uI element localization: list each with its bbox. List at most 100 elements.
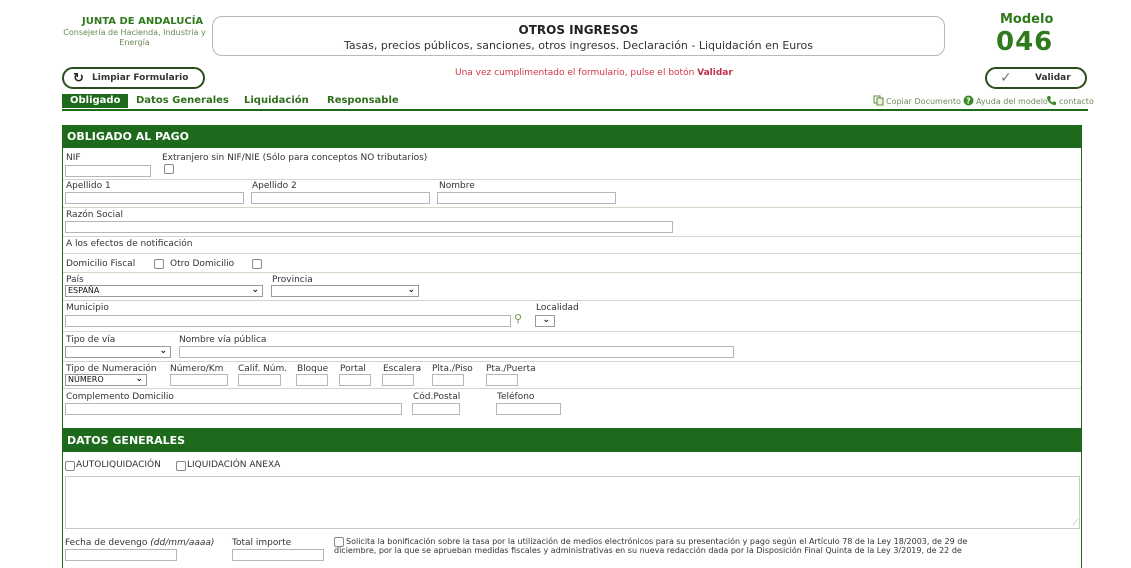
numero-km-input[interactable] xyxy=(170,374,228,386)
bloque-label: Bloque xyxy=(297,364,329,374)
provincia-select[interactable]: ⌄ xyxy=(271,285,419,297)
tipo-numeracion-value: NÚMERO xyxy=(68,375,104,384)
row-divider xyxy=(63,361,1081,362)
datos-generales-section: DATOS GENERALES AUTOLIQUIDACIÓN LIQUIDAC… xyxy=(62,428,1082,568)
total-importe-label: Total importe xyxy=(232,538,292,548)
tab-underline xyxy=(62,109,1088,111)
pta-puerta-label: Pta./Puerta xyxy=(486,364,536,374)
domicilio-fiscal-label: Domicilio Fiscal xyxy=(66,259,136,269)
form-title-box: OTROS INGRESOS Tasas, precios públicos, … xyxy=(212,16,945,56)
fecha-devengo-label: Fecha de devengo (dd/mm/aaaa) xyxy=(65,538,214,548)
descripcion-textarea[interactable]: ⟋ xyxy=(65,476,1080,529)
help-icon: ? xyxy=(963,95,974,106)
nif-label: NIF xyxy=(66,153,81,163)
plta-piso-input[interactable] xyxy=(432,374,464,386)
chevron-down-icon: ⌄ xyxy=(159,346,167,356)
localidad-label: Localidad xyxy=(536,303,579,313)
nombre-via-label: Nombre vía pública xyxy=(179,335,267,345)
razon-social-label: Razón Social xyxy=(66,210,124,220)
otro-domicilio-checkbox[interactable] xyxy=(252,259,262,269)
extranjero-label: Extranjero sin NIF/NIE (Sólo para concep… xyxy=(162,153,428,163)
chevron-down-icon: ⌄ xyxy=(135,374,143,384)
row-divider xyxy=(63,388,1081,389)
contact-link[interactable]: contacto xyxy=(1046,95,1094,106)
row-divider xyxy=(63,236,1081,237)
fecha-devengo-input[interactable] xyxy=(65,549,177,561)
provincia-label: Provincia xyxy=(272,275,313,285)
obligado-section: OBLIGADO AL PAGO NIF Extranjero sin NIF/… xyxy=(62,125,1082,442)
obligado-section-title: OBLIGADO AL PAGO xyxy=(63,126,1081,148)
calif-num-label: Calif. Núm. xyxy=(238,364,288,374)
portal-input[interactable] xyxy=(339,374,371,386)
pta-puerta-input[interactable] xyxy=(486,374,518,386)
refresh-icon: ↻ xyxy=(73,71,84,86)
modelo-label: Modelo xyxy=(1000,12,1054,27)
apellido2-label: Apellido 2 xyxy=(252,181,297,191)
pais-label: País xyxy=(66,275,84,285)
tipo-via-label: Tipo de vía xyxy=(66,335,116,345)
resize-grip-icon[interactable]: ⟋ xyxy=(1072,518,1078,528)
tab-obligado[interactable]: Obligado xyxy=(62,94,129,108)
calif-num-input[interactable] xyxy=(238,374,281,386)
datos-generales-title: DATOS GENERALES xyxy=(63,429,1081,452)
tipo-via-select[interactable]: ⌄ xyxy=(65,346,171,358)
liquidacion-anexa-checkbox[interactable] xyxy=(176,461,186,471)
clear-form-label: Limpiar Formulario xyxy=(92,73,189,83)
pais-value: ESPAÑA xyxy=(68,286,100,295)
domicilio-fiscal-checkbox[interactable] xyxy=(154,259,164,269)
portal-label: Portal xyxy=(340,364,366,374)
phone-icon xyxy=(1046,95,1057,106)
nombre-input[interactable] xyxy=(437,192,616,204)
row-divider xyxy=(63,253,1081,254)
apellido1-label: Apellido 1 xyxy=(66,181,111,191)
localidad-select[interactable]: ⌄ xyxy=(535,315,555,327)
bonificacion-text-line1: Solicita la bonificación sobre la tasa p… xyxy=(346,537,968,546)
copy-document-icon xyxy=(873,95,884,106)
telefono-input[interactable] xyxy=(496,403,561,415)
razon-social-input[interactable] xyxy=(65,221,673,233)
row-divider xyxy=(63,300,1081,301)
magnifier-icon[interactable]: ⚲ xyxy=(514,312,522,325)
total-importe-input[interactable] xyxy=(232,549,324,561)
tab-responsable[interactable]: Responsable xyxy=(327,94,399,108)
complemento-input[interactable] xyxy=(65,403,402,415)
cod-postal-input[interactable] xyxy=(412,403,460,415)
notice-text: Una vez cumplimentado el formulario, pul… xyxy=(455,68,698,78)
numero-km-label: Número/Km xyxy=(170,364,224,374)
contact-label: contacto xyxy=(1059,97,1094,106)
extranjero-checkbox[interactable] xyxy=(164,164,174,174)
municipio-input[interactable] xyxy=(65,315,511,327)
liquidacion-anexa-label: LIQUIDACIÓN ANEXA xyxy=(187,460,281,470)
bloque-input[interactable] xyxy=(296,374,328,386)
autoliquidacion-label: AUTOLIQUIDACIÓN xyxy=(76,460,161,470)
notificacion-label: A los efectos de notificación xyxy=(66,239,193,249)
clear-form-button[interactable]: ↻ Limpiar Formulario xyxy=(62,67,205,89)
copy-document-label: Copiar Documento xyxy=(886,97,961,106)
autoliquidacion-checkbox[interactable] xyxy=(65,461,75,471)
nombre-label: Nombre xyxy=(439,181,475,191)
help-link[interactable]: ? Ayuda del modelo xyxy=(963,95,1048,106)
notice-highlight: Validar xyxy=(697,68,733,78)
apellido1-input[interactable] xyxy=(65,192,244,204)
copy-document-link[interactable]: Copiar Documento xyxy=(873,95,961,106)
nombre-via-input[interactable] xyxy=(179,346,734,358)
pais-select[interactable]: ESPAÑA ⌄ xyxy=(65,285,263,297)
tipo-numeracion-select[interactable]: NÚMERO ⌄ xyxy=(65,374,147,386)
svg-text:?: ? xyxy=(966,97,971,106)
telefono-label: Teléfono xyxy=(497,392,535,402)
chevron-down-icon: ⌄ xyxy=(251,285,259,295)
tab-liquidacion[interactable]: Liquidación xyxy=(244,94,309,108)
apellido2-input[interactable] xyxy=(251,192,430,204)
escalera-input[interactable] xyxy=(382,374,414,386)
validate-button[interactable]: ✓ Validar xyxy=(985,67,1087,89)
fecha-devengo-format: (dd/mm/aaaa) xyxy=(150,538,215,548)
municipio-label: Municipio xyxy=(66,303,109,313)
nif-input[interactable] xyxy=(65,165,151,177)
bonificacion-text-line2: diciembre, por la que se aprueban medida… xyxy=(334,546,962,555)
row-divider xyxy=(63,179,1081,180)
checkmark-icon: ✓ xyxy=(1000,70,1012,86)
chevron-down-icon: ⌄ xyxy=(407,285,415,295)
tipo-numeracion-label: Tipo de Numeración xyxy=(66,364,157,374)
escalera-label: Escalera xyxy=(383,364,422,374)
tab-datos-generales[interactable]: Datos Generales xyxy=(136,94,229,108)
